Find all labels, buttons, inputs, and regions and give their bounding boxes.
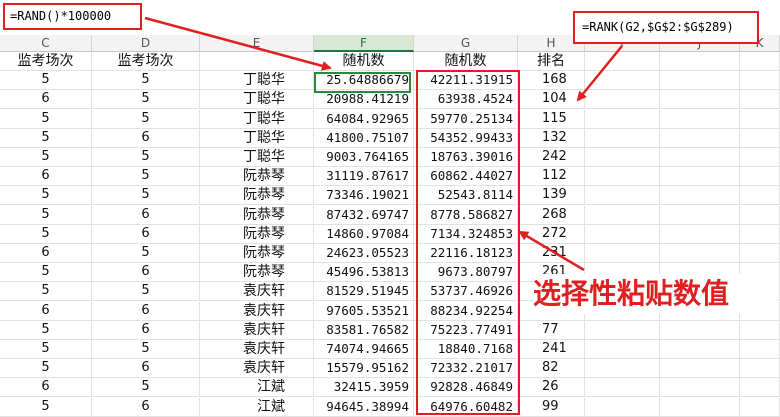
arrow-rand-to-cell bbox=[144, 16, 332, 71]
annotation-arrows bbox=[144, 16, 623, 272]
arrow-rank-to-column bbox=[576, 45, 623, 102]
arrow-callout-to-column bbox=[518, 230, 585, 272]
spreadsheet: CDEFGHIJK 监考场次监考场次随机数随机数排名55丁聪华25.648866… bbox=[0, 0, 780, 417]
